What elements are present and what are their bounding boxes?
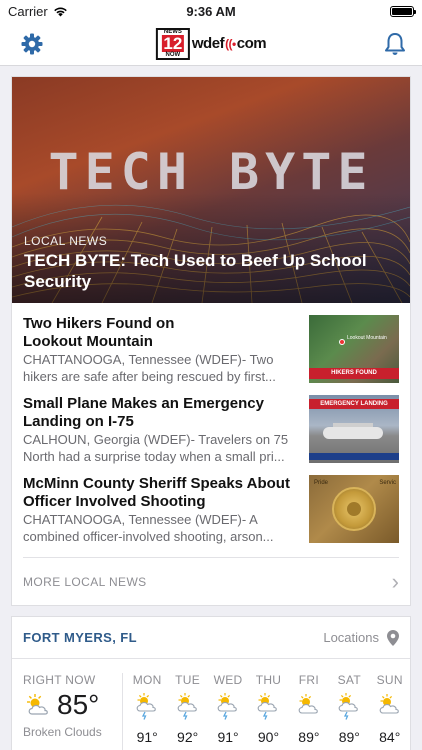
- forecast-day[interactable]: SAT 89°: [330, 673, 369, 750]
- thumb-strip: [309, 453, 399, 460]
- forecast-day[interactable]: FRI 89°: [289, 673, 328, 750]
- story-title[interactable]: Two Hikers Found on Lookout Mountain: [23, 315, 299, 351]
- map-pin-icon: [339, 339, 345, 345]
- day-temp: 92°: [177, 729, 199, 745]
- battery-icon: [390, 5, 416, 17]
- day-name: WED: [213, 673, 243, 687]
- story-text: McMinn County Sheriff Speaks About Office…: [23, 475, 299, 544]
- logo-text-right: com: [236, 35, 267, 52]
- story-title[interactable]: Small Plane Makes an Emergency Landing on…: [23, 395, 299, 431]
- locations-button[interactable]: Locations: [323, 629, 399, 646]
- logo-text: wdef ((• com: [191, 35, 267, 52]
- weather-header: FORT MYERS, FL Locations: [12, 617, 410, 659]
- story-item[interactable]: Small Plane Makes an Emergency Landing on…: [23, 383, 399, 464]
- logo-text-left: wdef: [191, 35, 225, 52]
- wifi-icon: [53, 7, 67, 16]
- story-item[interactable]: Two Hikers Found on Lookout Mountain CHAT…: [23, 303, 399, 384]
- day-name: THU: [255, 673, 282, 687]
- content: TECH BYTE LOCAL NEWS TECH BYTE: Tech Use…: [0, 66, 422, 750]
- story-text: Small Plane Makes an Emergency Landing on…: [23, 395, 299, 464]
- story-desc-line2: North had a surprise today when a small …: [23, 449, 285, 464]
- local-news-card: TECH BYTE LOCAL NEWS TECH BYTE: Tech Use…: [11, 76, 411, 606]
- chevron-right-icon: ›: [391, 568, 399, 594]
- sheriff-badge-icon: [332, 487, 376, 531]
- thumb-bar: EMERGENCY LANDING: [309, 399, 399, 409]
- story-desc-line1: CALHOUN, Georgia (WDEF)- Travelers on 75: [23, 432, 289, 447]
- story-desc-line2: hikers are safe after being rescued by f…: [23, 369, 276, 384]
- partly-cloudy-icon: [27, 694, 48, 715]
- now-row: 85°: [23, 689, 116, 721]
- status-bar: Carrier 9:36 AM: [0, 0, 422, 22]
- status-left: Carrier: [8, 4, 68, 19]
- partly-cloudy-icon: [379, 694, 399, 714]
- storm-icon: [177, 693, 197, 720]
- story-list: Two Hikers Found on Lookout Mountain CHAT…: [12, 303, 410, 544]
- notification-bell-icon[interactable]: [384, 32, 406, 56]
- current-conditions: RIGHT NOW 85° Broken Clouds: [23, 673, 123, 750]
- thumb-bar: HIKERS FOUND: [309, 368, 399, 379]
- storm-icon: [338, 693, 359, 720]
- story-thumbnail[interactable]: Lookout Mountain HIKERS FOUND: [309, 315, 399, 383]
- day-temp: 91°: [217, 729, 239, 745]
- hero-story[interactable]: TECH BYTE LOCAL NEWS TECH BYTE: Tech Use…: [12, 77, 410, 303]
- now-label: RIGHT NOW: [23, 673, 96, 687]
- thumb-text-right: Servic: [379, 480, 396, 486]
- partly-cloudy-icon: [298, 694, 318, 714]
- forecast-day[interactable]: TUE 92°: [168, 673, 207, 750]
- forecast-days: MON 91° TUE 92° WED 91° THU 90° FRI 89° …: [123, 673, 410, 750]
- more-local-news-link[interactable]: MORE LOCAL NEWS ›: [23, 557, 399, 605]
- story-desc-line1: CHATTANOOGA, Tennessee (WDEF)- Two: [23, 352, 274, 367]
- story-title[interactable]: McMinn County Sheriff Speaks About Office…: [23, 475, 299, 511]
- day-temp: 90°: [257, 729, 280, 745]
- logo-badge-bottom: NOW: [165, 52, 181, 58]
- forecast-day[interactable]: SUN 84°: [370, 673, 409, 750]
- weather-location[interactable]: FORT MYERS, FL: [23, 630, 137, 645]
- storm-icon: [136, 693, 156, 720]
- forecast-day[interactable]: WED 91°: [209, 673, 248, 750]
- weather-card: FORT MYERS, FL Locations RIGHT NOW 85° B…: [11, 616, 411, 750]
- more-label: MORE LOCAL NEWS: [23, 574, 147, 589]
- forecast-day[interactable]: MON 91°: [128, 673, 167, 750]
- story-item[interactable]: McMinn County Sheriff Speaks About Office…: [23, 463, 399, 544]
- day-name: FRI: [298, 673, 319, 687]
- plane-icon: [323, 427, 383, 439]
- day-temp: 91°: [136, 729, 158, 745]
- nav-bar: NEWS 12 NOW wdef ((• com: [0, 22, 422, 66]
- hero-title[interactable]: TECH BYTE: Tech Used to Beef Up School S…: [24, 250, 398, 292]
- day-name: MON: [132, 673, 162, 687]
- storm-icon: [258, 693, 278, 720]
- story-text: Two Hikers Found on Lookout Mountain CHAT…: [23, 315, 299, 384]
- logo-badge-num: 12: [161, 34, 185, 53]
- day-name: SUN: [376, 673, 403, 687]
- story-thumbnail[interactable]: Pride Servic: [309, 475, 399, 543]
- day-name: SAT: [337, 673, 361, 687]
- storm-icon: [217, 693, 237, 720]
- locations-label: Locations: [323, 630, 379, 645]
- day-temp: 89°: [298, 729, 320, 745]
- forecast-day[interactable]: THU 90°: [249, 673, 288, 750]
- story-desc-line2: combined officer-involved shooting, arso…: [23, 529, 274, 544]
- day-temp: 84°: [379, 729, 401, 745]
- day-name: TUE: [175, 673, 201, 687]
- settings-gear-icon[interactable]: [20, 32, 44, 56]
- location-pin-icon: [387, 629, 399, 646]
- now-condition: Broken Clouds: [23, 725, 102, 739]
- now-temp: 85°: [57, 689, 100, 720]
- news12-badge: NEWS 12 NOW: [155, 27, 190, 60]
- day-temp: 89°: [338, 729, 360, 745]
- weather-body: RIGHT NOW 85° Broken Clouds MON 91° TUE …: [12, 659, 410, 750]
- carrier-label: Carrier: [8, 3, 48, 19]
- story-thumbnail[interactable]: EMERGENCY LANDING: [309, 395, 399, 463]
- hero-kicker: LOCAL NEWS: [24, 234, 108, 248]
- thumb-text-left: Pride: [314, 480, 329, 486]
- story-desc-line1: CHATTANOOGA, Tennessee (WDEF)- A: [23, 512, 258, 527]
- app-logo: NEWS 12 NOW wdef ((• com: [155, 27, 267, 60]
- signal-icon: ((•: [225, 36, 236, 51]
- thumb-label: Lookout Mountain: [347, 335, 387, 341]
